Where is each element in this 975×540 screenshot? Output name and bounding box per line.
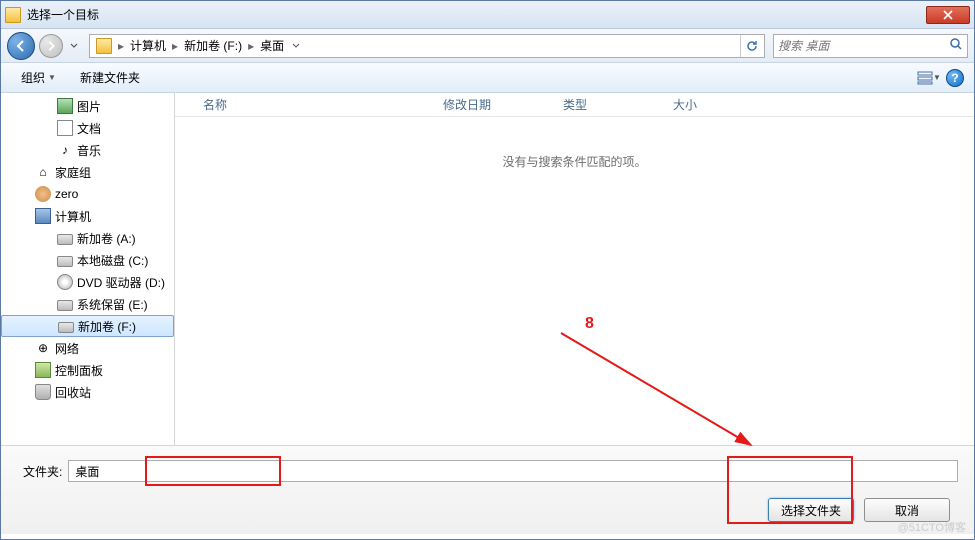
dialog-window: 选择一个目标 ▸ 计算机 ▸ 新加卷 (F:) ▸ 桌面 [0,0,975,540]
arrow-right-icon [45,40,57,52]
tree-item-label: 回收站 [55,384,174,401]
close-button[interactable] [926,6,970,24]
bottom-panel: 文件夹: 选择文件夹 取消 [1,445,974,534]
tree-item-DVD 驱动器 (D:)[interactable]: DVD 驱动器 (D:) [1,271,174,293]
tree-item-label: 家庭组 [55,164,174,181]
watermark: @51CTO博客 [898,519,966,535]
tree-item-label: 计算机 [55,208,174,225]
folder-label: 文件夹: [17,463,62,480]
breadcrumb-separator: ▸ [116,39,126,53]
tree-item-label: 网络 [55,340,174,357]
select-folder-button[interactable]: 选择文件夹 [768,498,854,522]
pic-icon [57,98,73,114]
close-icon [943,10,953,20]
column-type[interactable]: 类型 [555,96,665,113]
tree-item-新加卷 (A:)[interactable]: 新加卷 (A:) [1,227,174,249]
chevron-down-icon: ▼ [48,73,56,82]
nav-bar: ▸ 计算机 ▸ 新加卷 (F:) ▸ 桌面 [1,29,974,63]
folder-icon [96,38,112,54]
breadcrumb-separator: ▸ [246,39,256,53]
breadcrumb-item-current[interactable]: 桌面 [256,35,288,56]
drive-icon [57,296,73,312]
chevron-down-icon [292,42,300,50]
refresh-icon [745,39,759,53]
tree-item-label: DVD 驱动器 (D:) [77,274,174,291]
window-title: 选择一个目标 [27,6,926,23]
tree-item-label: 文档 [77,120,174,137]
tree-item-系统保留 (E:)[interactable]: 系统保留 (E:) [1,293,174,315]
empty-message: 没有与搜索条件匹配的项。 [175,153,974,170]
tree-item-label: 本地磁盘 (C:) [77,252,174,269]
column-headers: 名称 修改日期 类型 大小 [175,93,974,117]
toolbar: 组织 ▼ 新建文件夹 ▼ ? [1,63,974,93]
column-size[interactable]: 大小 [665,96,745,113]
drive-icon [58,318,74,334]
organize-label: 组织 [21,69,45,86]
refresh-button[interactable] [740,35,762,57]
tree-item-label: 新加卷 (F:) [78,318,173,335]
search-box[interactable] [773,34,968,58]
trash-icon [35,384,51,400]
forward-button[interactable] [39,34,63,58]
tree-item-zero[interactable]: zero [1,183,174,205]
breadcrumb-item-computer[interactable]: 计算机 [126,35,170,56]
back-button[interactable] [7,32,35,60]
new-folder-button[interactable]: 新建文件夹 [70,65,150,90]
search-input[interactable] [778,39,949,53]
chevron-down-icon: ▼ [933,73,941,82]
drive-icon [57,230,73,246]
organize-button[interactable]: 组织 ▼ [11,65,66,90]
tree-item-回收站[interactable]: 回收站 [1,381,174,403]
user-icon [35,186,51,202]
tree-item-label: 新加卷 (A:) [77,230,174,247]
breadcrumb-separator: ▸ [170,39,180,53]
comp-icon [35,208,51,224]
tree-item-label: zero [55,187,174,201]
folder-icon [5,7,21,23]
body-area: 图片文档♪音乐⌂家庭组zero计算机新加卷 (A:)本地磁盘 (C:)DVD 驱… [1,93,974,445]
nav-history-dropdown[interactable] [67,32,81,60]
tree-item-新加卷 (F:)[interactable]: 新加卷 (F:) [1,315,174,337]
panel-icon [35,362,51,378]
annotation-label: 8 [585,315,594,333]
view-options-button[interactable]: ▼ [916,67,942,89]
tree-item-文档[interactable]: 文档 [1,117,174,139]
home-icon: ⌂ [35,164,51,180]
address-dropdown[interactable] [288,42,304,50]
network-icon: ⊕ [35,340,51,356]
tree-item-音乐[interactable]: ♪音乐 [1,139,174,161]
drive-icon [57,252,73,268]
tree-item-控制面板[interactable]: 控制面板 [1,359,174,381]
view-icon [917,71,933,85]
tree-item-本地磁盘 (C:)[interactable]: 本地磁盘 (C:) [1,249,174,271]
address-bar[interactable]: ▸ 计算机 ▸ 新加卷 (F:) ▸ 桌面 [89,34,765,58]
navigation-tree[interactable]: 图片文档♪音乐⌂家庭组zero计算机新加卷 (A:)本地磁盘 (C:)DVD 驱… [1,93,175,445]
music-icon: ♪ [57,142,73,158]
tree-item-家庭组[interactable]: ⌂家庭组 [1,161,174,183]
folder-name-row: 文件夹: [17,460,958,482]
tree-item-图片[interactable]: 图片 [1,95,174,117]
chevron-down-icon [70,42,78,50]
folder-name-input[interactable] [68,460,958,482]
tree-item-label: 图片 [77,98,174,115]
button-row: 选择文件夹 取消 [17,498,958,522]
help-icon: ? [951,71,958,85]
column-date[interactable]: 修改日期 [435,96,555,113]
doc-icon [57,120,73,136]
column-name[interactable]: 名称 [195,96,435,113]
tree-item-label: 音乐 [77,142,174,159]
search-icon[interactable] [949,37,963,54]
tree-item-网络[interactable]: ⊕网络 [1,337,174,359]
arrow-left-icon [14,39,28,53]
dvd-icon [57,274,73,290]
help-button[interactable]: ? [946,69,964,87]
tree-item-label: 系统保留 (E:) [77,296,174,313]
file-list-pane: 名称 修改日期 类型 大小 没有与搜索条件匹配的项。 [175,93,974,445]
new-folder-label: 新建文件夹 [80,69,140,86]
titlebar: 选择一个目标 [1,1,974,29]
tree-item-计算机[interactable]: 计算机 [1,205,174,227]
tree-item-label: 控制面板 [55,362,174,379]
breadcrumb-item-drive[interactable]: 新加卷 (F:) [180,35,246,56]
